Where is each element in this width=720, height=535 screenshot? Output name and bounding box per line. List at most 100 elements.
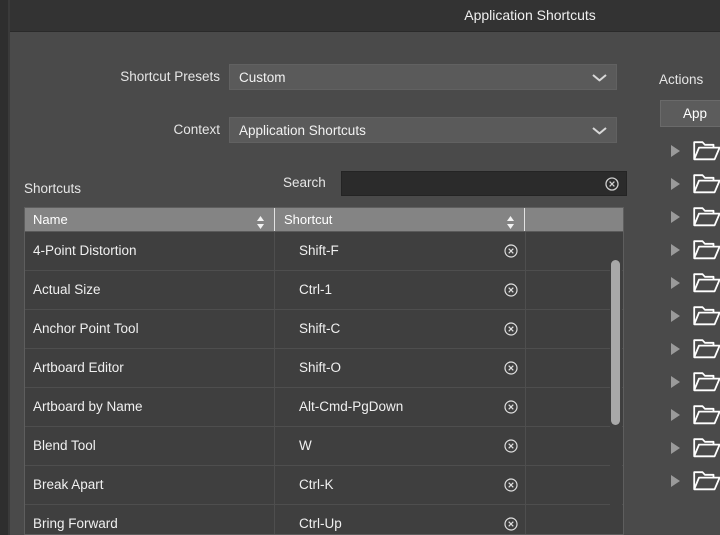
table-row[interactable]: Artboard by Name Alt-Cmd-PgDown <box>25 388 623 427</box>
delete-circle-icon[interactable] <box>504 283 518 297</box>
actions-tree-item[interactable] <box>660 200 720 232</box>
actions-tree-item[interactable] <box>660 266 720 298</box>
folder-icon <box>693 305 720 326</box>
row-shortcut: Ctrl-1 <box>299 282 332 297</box>
cell-divider <box>525 505 526 534</box>
shortcuts-table: Name Shortcut 4-Point Distortion Shift-F <box>24 207 624 535</box>
column-header-shortcut[interactable]: Shortcut <box>276 208 525 231</box>
triangle-right-icon[interactable] <box>671 211 680 223</box>
delete-circle-icon[interactable] <box>504 244 518 258</box>
cell-divider <box>274 271 275 309</box>
column-header-name-label: Name <box>33 212 68 227</box>
table-header-row: Name Shortcut <box>25 208 623 232</box>
row-shortcut: Shift-O <box>299 360 342 375</box>
search-input[interactable] <box>348 172 607 197</box>
window-left-edge-inner <box>8 0 10 535</box>
table-row[interactable]: Anchor Point Tool Shift-C <box>25 310 623 349</box>
triangle-right-icon[interactable] <box>671 442 680 454</box>
shortcut-presets-dropdown[interactable]: Custom <box>229 64 617 90</box>
actions-selected-item[interactable]: App <box>660 100 720 127</box>
actions-tree-item[interactable] <box>660 464 720 496</box>
triangle-right-icon[interactable] <box>671 310 680 322</box>
delete-circle-icon[interactable] <box>504 361 518 375</box>
sort-updown-icon[interactable] <box>506 213 515 229</box>
delete-circle-icon[interactable] <box>504 439 518 453</box>
actions-tree-item[interactable] <box>660 233 720 265</box>
triangle-right-icon[interactable] <box>671 244 680 256</box>
sort-updown-icon[interactable] <box>256 213 265 229</box>
folder-icon <box>693 470 720 491</box>
row-shortcut: Ctrl-Up <box>299 516 342 531</box>
actions-tree-item[interactable] <box>660 167 720 199</box>
table-row[interactable]: Bring Forward Ctrl-Up <box>25 505 623 534</box>
actions-tree-item[interactable] <box>660 398 720 430</box>
shortcuts-dialog: Application Shortcuts Shortcut Presets C… <box>0 0 720 535</box>
folder-icon <box>693 338 720 359</box>
table-row[interactable]: Artboard Editor Shift-O <box>25 349 623 388</box>
actions-tree-item[interactable] <box>660 332 720 364</box>
triangle-right-icon[interactable] <box>671 376 680 388</box>
folder-icon <box>693 140 720 161</box>
cell-divider <box>274 388 275 426</box>
cell-divider <box>274 310 275 348</box>
cell-divider <box>274 505 275 534</box>
column-divider <box>524 208 525 231</box>
triangle-right-icon[interactable] <box>671 277 680 289</box>
folder-icon <box>693 239 720 260</box>
shortcut-presets-label: Shortcut Presets <box>120 69 220 84</box>
column-header-extra[interactable] <box>526 208 623 231</box>
context-dropdown[interactable]: Application Shortcuts <box>229 117 617 143</box>
shortcut-presets-row: Shortcut Presets Custom <box>120 64 617 90</box>
row-shortcut: Ctrl-K <box>299 477 334 492</box>
folder-icon <box>693 437 720 458</box>
actions-tree-item[interactable] <box>660 365 720 397</box>
cell-divider <box>274 427 275 465</box>
clear-circle-icon[interactable] <box>605 177 619 191</box>
chevron-down-icon <box>593 127 606 135</box>
actions-tree-item[interactable] <box>660 134 720 166</box>
row-name: Artboard Editor <box>33 360 124 375</box>
cell-divider <box>525 310 526 348</box>
cell-divider <box>525 466 526 504</box>
row-name: 4-Point Distortion <box>33 243 137 258</box>
triangle-right-icon[interactable] <box>671 343 680 355</box>
actions-tree-item[interactable] <box>660 431 720 463</box>
row-name: Break Apart <box>33 477 104 492</box>
triangle-right-icon[interactable] <box>671 145 680 157</box>
delete-circle-icon[interactable] <box>504 517 518 531</box>
column-divider <box>274 208 275 231</box>
folder-icon <box>693 206 720 227</box>
column-header-name[interactable]: Name <box>25 208 275 231</box>
context-value: Application Shortcuts <box>239 123 366 138</box>
table-row[interactable]: Break Apart Ctrl-K <box>25 466 623 505</box>
row-name: Bring Forward <box>33 516 118 531</box>
table-scrollbar-thumb[interactable] <box>611 260 620 425</box>
cell-divider <box>525 388 526 426</box>
actions-tree-item[interactable] <box>660 299 720 331</box>
cell-divider <box>525 427 526 465</box>
cell-divider <box>274 232 275 270</box>
context-row: Context Application Shortcuts <box>173 117 617 143</box>
row-shortcut: Alt-Cmd-PgDown <box>299 399 404 414</box>
row-name: Anchor Point Tool <box>33 321 139 336</box>
cell-divider <box>274 349 275 387</box>
row-shortcut: Shift-C <box>299 321 341 336</box>
search-label: Search <box>283 175 326 190</box>
table-scrollbar[interactable] <box>610 232 622 534</box>
folder-icon <box>693 371 720 392</box>
cell-divider <box>274 466 275 504</box>
window-left-edge <box>0 0 8 535</box>
delete-circle-icon[interactable] <box>504 322 518 336</box>
table-row[interactable]: Actual Size Ctrl-1 <box>25 271 623 310</box>
row-shortcut: Shift-F <box>299 243 339 258</box>
column-header-shortcut-label: Shortcut <box>284 212 333 227</box>
delete-circle-icon[interactable] <box>504 400 518 414</box>
table-row[interactable]: 4-Point Distortion Shift-F <box>25 232 623 271</box>
search-box[interactable] <box>341 171 627 197</box>
row-name: Blend Tool <box>33 438 96 453</box>
table-row[interactable]: Blend Tool W <box>25 427 623 466</box>
triangle-right-icon[interactable] <box>671 475 680 487</box>
triangle-right-icon[interactable] <box>671 178 680 190</box>
delete-circle-icon[interactable] <box>504 478 518 492</box>
triangle-right-icon[interactable] <box>671 409 680 421</box>
